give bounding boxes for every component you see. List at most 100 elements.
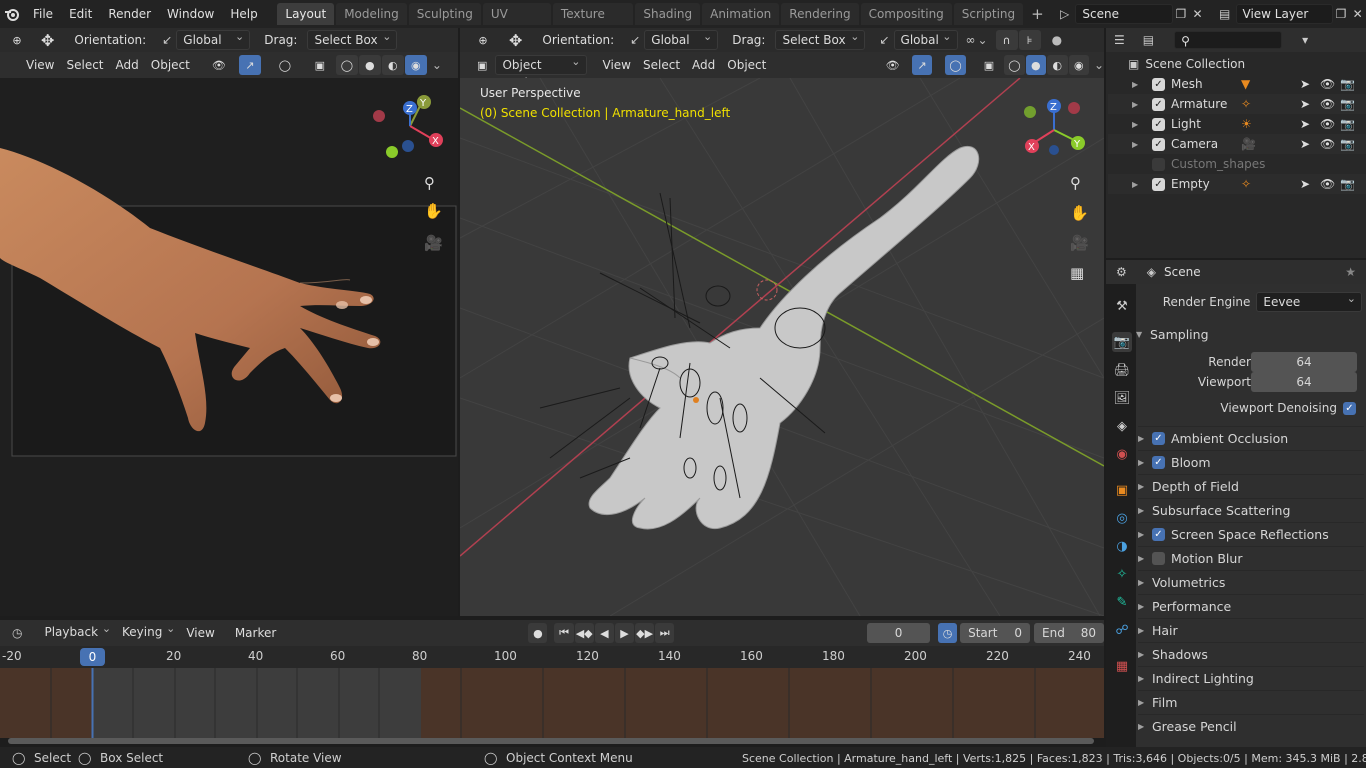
scene-browse-icon[interactable]: ▷ [1054,4,1076,24]
exclude-checkbox[interactable]: ✓ [1152,137,1165,151]
render-engine-dropdown[interactable]: Eevee [1256,290,1362,312]
overlay-toggle-icon[interactable]: ◯ [274,55,296,75]
snap-increment-icon[interactable]: ⊧ [1018,30,1041,50]
visibility-eye-icon[interactable]: 👁 [208,55,230,75]
timeline-editor-icon[interactable]: ◷ [12,626,22,640]
panel-enable-checkbox[interactable] [1152,552,1165,565]
main-orientation-dropdown[interactable]: Global [644,28,719,50]
shading-solid-icon[interactable]: ● [358,55,381,75]
select-arrow-icon[interactable]: ➤ [1300,137,1320,151]
expand-icon[interactable]: ▶ [1132,180,1146,189]
timeline-view-menu[interactable]: View [180,623,220,643]
xray-toggle-icon[interactable]: ▣ [309,55,331,75]
main-shading-options-icon[interactable]: ⌄ [1094,58,1104,72]
outliner-filter-icon[interactable]: ▾ [1302,33,1308,47]
expand-icon[interactable]: ▶ [1132,100,1146,109]
left-viewport-canvas[interactable]: Z Y X ⚲ ✋ 🎥 [0,78,458,616]
properties-panel-header[interactable]: ▶ Indirect Lighting [1138,666,1364,690]
outliner-item[interactable]: Custom_shapes [1108,154,1366,174]
add-workspace-icon[interactable]: + [1025,5,1050,23]
shading-wireframe-icon[interactable]: ◯ [335,55,358,75]
play-reverse-icon[interactable]: ◀ [594,623,614,643]
menu-file[interactable]: File [25,0,61,28]
snap-link-icon[interactable]: ∞ [966,33,976,47]
properties-panel-header[interactable]: ▶ Performance [1138,594,1364,618]
main-pan-hand-icon[interactable]: ✋ [1070,204,1089,222]
properties-panel-header[interactable]: ▶ ✓ Ambient Occlusion [1138,426,1364,450]
main-drag-dropdown[interactable]: Select Box [775,28,866,50]
main-shading-material-icon[interactable]: ◐ [1047,55,1068,75]
main-shading-wireframe-icon[interactable]: ◯ [1004,55,1025,75]
pivot-dropdown[interactable]: Global [893,28,958,50]
physics-tab-icon[interactable]: ◎ [1112,508,1132,528]
pan-hand-icon[interactable]: ✋ [424,202,443,220]
exclude-checkbox[interactable]: ✓ [1152,97,1165,111]
left-add-menu[interactable]: Add [110,55,145,75]
render-camera-icon[interactable]: 📷 [1340,77,1360,91]
outliner-item[interactable]: ▶ ✓ Mesh ▼ ➤ 👁 📷 [1108,74,1366,94]
next-keyframe-icon[interactable]: ◆▶ [635,623,655,643]
bone-tab-icon[interactable]: ✎ [1112,592,1132,612]
new-scene-icon[interactable]: ❐ [1173,7,1190,21]
select-arrow-icon[interactable]: ➤ [1300,117,1320,131]
tab-compositing[interactable]: Compositing [860,3,952,25]
record-icon[interactable]: ● [528,623,548,643]
navigation-gizmo[interactable]: Z Y X [370,92,450,162]
jump-end-icon[interactable]: ⏭ [655,623,675,643]
select-arrow-icon[interactable]: ➤ [1300,77,1320,91]
blender-logo-icon[interactable] [0,0,25,28]
outliner-item[interactable]: ▶ ✓ Empty ✧ ➤ 👁 📷 [1108,174,1366,194]
tab-sculpting[interactable]: Sculpting [408,3,481,25]
exclude-checkbox[interactable]: ✓ [1152,177,1165,191]
orientation-dropdown[interactable]: Global [176,28,251,50]
main-xray-toggle-icon[interactable]: ▣ [979,55,999,75]
delete-view-layer-icon[interactable]: ✕ [1349,7,1366,21]
render-tab-icon[interactable]: 📷 [1112,332,1132,352]
select-arrow-icon[interactable]: ➤ [1300,177,1320,191]
main-shading-solid-icon[interactable]: ● [1025,55,1047,75]
world-tab-icon[interactable]: ◉ [1112,444,1132,464]
hide-eye-icon[interactable]: 👁 [1320,117,1340,131]
move-tool-icon[interactable]: ✥ [41,31,54,50]
view-layer-tab-icon[interactable]: 🖼 [1112,388,1132,408]
render-camera-icon[interactable]: 📷 [1340,117,1360,131]
outliner-item[interactable]: ▶ ✓ Camera 🎥 ➤ 👁 📷 [1108,134,1366,154]
tool-tab-icon[interactable]: ⚒ [1112,296,1132,316]
select-arrow-icon[interactable]: ➤ [1300,97,1320,111]
keying-menu[interactable]: Keying [116,620,180,643]
main-camera-view-icon[interactable]: 🎥 [1070,234,1089,252]
shading-material-icon[interactable]: ◐ [381,55,404,75]
scene-tab-icon[interactable]: ◈ [1112,416,1132,436]
view-layer-browse-icon[interactable]: ▤ [1214,4,1236,24]
exclude-checkbox[interactable]: ✓ [1152,117,1165,131]
exclude-checkbox[interactable]: ✓ [1152,77,1165,91]
snap-magnet-icon[interactable]: ∩ [995,30,1018,50]
panel-enable-checkbox[interactable]: ✓ [1152,432,1165,445]
properties-panel-header[interactable]: ▶ Volumetrics [1138,570,1364,594]
timeline-scrollbar[interactable] [8,738,1094,744]
main-select-menu[interactable]: Select [637,55,686,75]
tab-rendering[interactable]: Rendering [781,3,859,25]
render-camera-icon[interactable]: 📷 [1340,177,1360,191]
jump-start-icon[interactable]: ⏮ [554,623,574,643]
render-camera-icon[interactable]: 📷 [1340,97,1360,111]
properties-panel-header[interactable]: ▶ Hair [1138,618,1364,642]
expand-icon[interactable]: ▶ [1132,120,1146,129]
timeline-marker-menu[interactable]: Marker [229,623,282,643]
tab-layout[interactable]: Layout [277,3,335,25]
perspective-grid-icon[interactable]: ▦ [1070,264,1084,282]
play-icon[interactable]: ▶ [614,623,635,643]
hide-eye-icon[interactable]: 👁 [1320,177,1340,191]
exclude-checkbox[interactable] [1152,157,1165,171]
editor-type-icon[interactable]: ▣ [472,55,492,75]
menu-render[interactable]: Render [100,0,159,28]
tab-shading[interactable]: Shading [635,3,701,25]
view-layer-field[interactable]: View Layer [1235,4,1333,24]
hide-eye-icon[interactable]: 👁 [1320,137,1340,151]
properties-panel-header[interactable]: ▶ Motion Blur [1138,546,1364,570]
viewport-samples-field[interactable]: 64 [1251,372,1357,392]
prev-keyframe-icon[interactable]: ◀◆ [574,623,594,643]
properties-panel-header[interactable]: ▶ ✓ Bloom [1138,450,1364,474]
camera-view-icon[interactable]: 🎥 [424,234,443,252]
bone-constraint-tab-icon[interactable]: ☍ [1112,620,1132,640]
